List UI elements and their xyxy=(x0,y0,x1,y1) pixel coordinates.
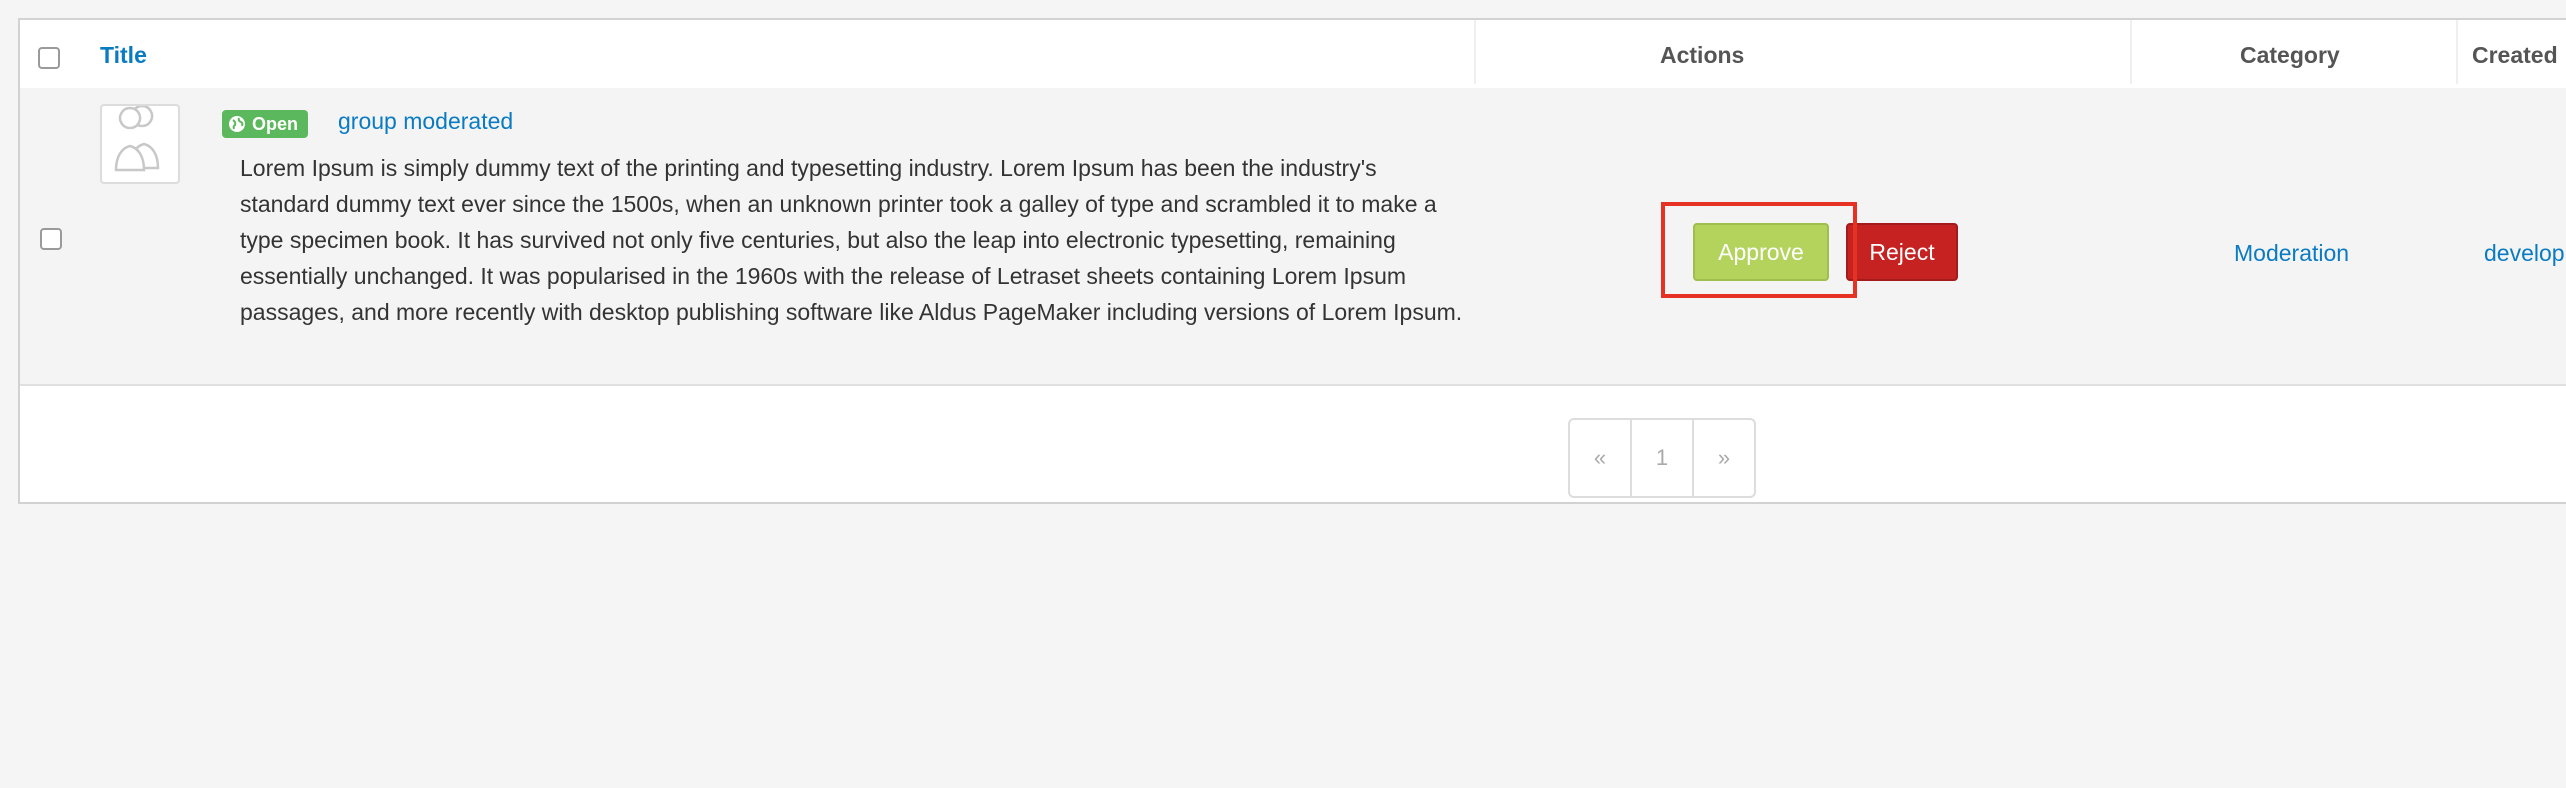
pagination-prev[interactable]: « xyxy=(1570,420,1632,496)
moderation-table: Title Actions Category Created Open grou… xyxy=(18,18,2566,504)
created-column-header: Created xyxy=(2472,42,2558,68)
row-checkbox[interactable] xyxy=(40,228,62,250)
column-separator xyxy=(2456,20,2458,84)
globe-icon xyxy=(229,116,245,132)
created-by-link[interactable]: develop xyxy=(2484,240,2565,267)
reject-button[interactable]: Reject xyxy=(1846,223,1958,281)
select-all-checkbox[interactable] xyxy=(38,47,60,69)
badge-label: Open xyxy=(252,114,299,134)
actions-column-header: Actions xyxy=(1660,42,1745,68)
group-description: Lorem Ipsum is simply dummy text of the … xyxy=(240,155,1463,325)
open-badge: Open xyxy=(222,110,309,138)
title-column-header[interactable]: Title xyxy=(100,42,147,69)
approve-highlight-box xyxy=(1661,202,1857,298)
column-separator xyxy=(1474,20,1476,84)
category-column-header: Category xyxy=(2240,42,2340,68)
pagination: « 1 » xyxy=(1568,418,1756,498)
pagination-page[interactable]: 1 xyxy=(1632,420,1694,496)
group-title-link[interactable]: group moderated xyxy=(338,108,513,135)
group-avatar-icon xyxy=(100,104,180,184)
table-header: Title Actions Category Created xyxy=(20,20,2566,90)
pagination-next[interactable]: » xyxy=(1694,420,1754,496)
category-link[interactable]: Moderation xyxy=(2234,240,2349,267)
column-separator xyxy=(2130,20,2132,84)
